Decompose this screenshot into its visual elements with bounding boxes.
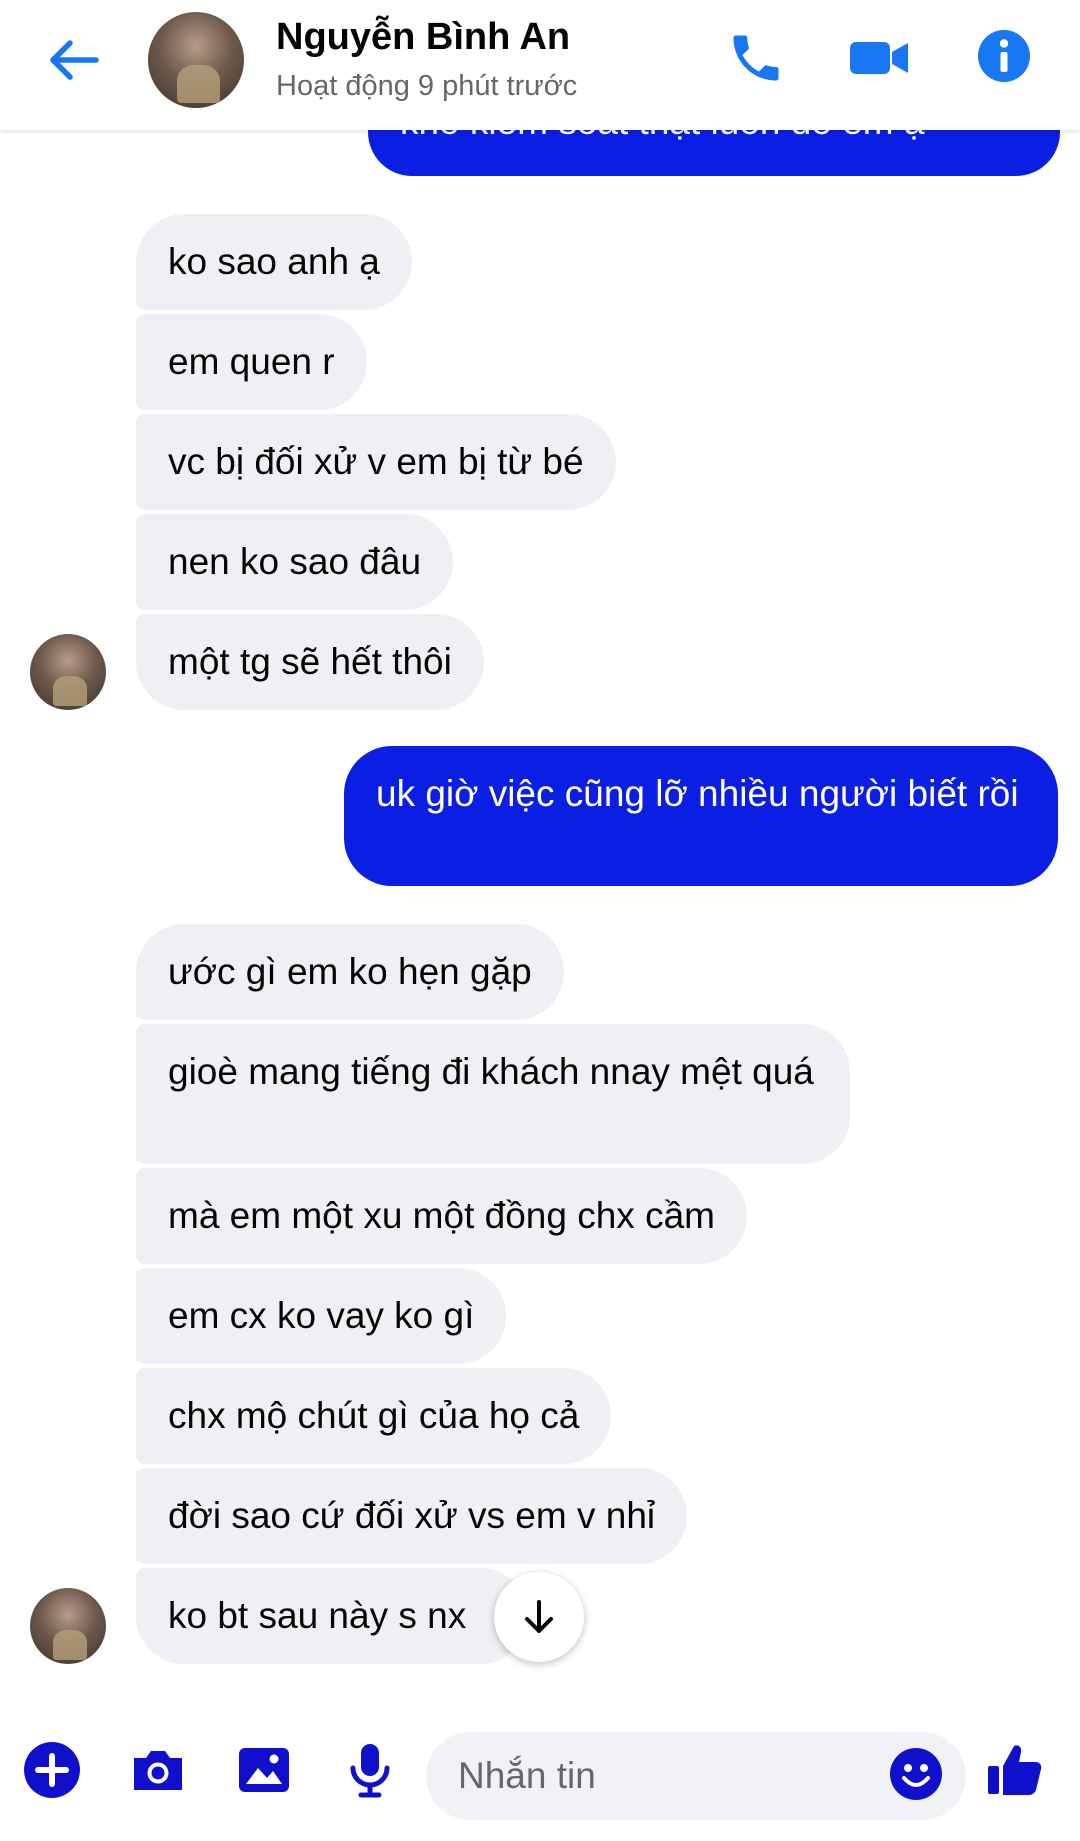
chat-header: Nguyễn Bình An Hoạt động 9 phút trước (0, 0, 1080, 130)
incoming-message[interactable]: một tg sẽ hết thôi (136, 614, 484, 710)
incoming-message[interactable]: ước gì em ko hẹn gặp (136, 924, 564, 1020)
camera-button[interactable] (128, 1740, 192, 1804)
arrow-left-icon (50, 40, 99, 80)
incoming-message[interactable]: ko bt sau này s nx (136, 1568, 528, 1664)
incoming-message[interactable]: mà em một xu một đồng chx cầm (136, 1168, 747, 1264)
incoming-message[interactable]: vc bị đối xử v em bị từ bé (136, 414, 616, 510)
voice-message-button[interactable] (340, 1740, 404, 1804)
microphone-icon (350, 1744, 390, 1798)
incoming-message[interactable]: chx mộ chút gì của họ cả (136, 1368, 612, 1464)
video-call-button[interactable] (848, 28, 908, 88)
thumbs-up-icon (988, 1745, 1042, 1795)
arrow-down-icon (525, 1600, 553, 1633)
contact-status: Hoạt động 9 phút trước (276, 70, 578, 102)
gallery-button[interactable] (234, 1740, 298, 1804)
phone-icon (733, 35, 779, 81)
outgoing-message[interactable]: uk giờ việc cũng lỡ nhiều người biết rồi (344, 746, 1058, 886)
emoji-icon (890, 1748, 942, 1800)
incoming-message[interactable]: nen ko sao đâu (136, 514, 454, 610)
incoming-message[interactable]: gioè mang tiếng đi khách nnay mệt quá (136, 1024, 850, 1164)
emoji-button[interactable] (888, 1746, 948, 1806)
composer-bar (0, 1710, 1080, 1841)
incoming-message[interactable]: đời sao cứ đối xử vs em v nhỉ (136, 1468, 688, 1564)
video-camera-icon (850, 42, 908, 74)
back-button[interactable] (44, 30, 104, 90)
contact-avatar-small[interactable] (30, 634, 106, 710)
call-button[interactable] (726, 28, 786, 88)
info-icon (978, 30, 1030, 82)
contact-name[interactable]: Nguyễn Bình An (276, 16, 570, 59)
like-button[interactable] (984, 1740, 1048, 1804)
more-actions-button[interactable] (22, 1740, 86, 1804)
incoming-message[interactable]: em quen r (136, 314, 367, 410)
contact-avatar[interactable] (148, 12, 244, 108)
image-icon (239, 1748, 289, 1792)
info-button[interactable] (976, 28, 1036, 88)
contact-avatar-small[interactable] (30, 1588, 106, 1664)
incoming-message[interactable]: em cx ko vay ko gì (136, 1268, 507, 1364)
plus-icon (24, 1742, 80, 1798)
scroll-to-bottom-button[interactable] (494, 1572, 584, 1662)
message-input[interactable] (426, 1732, 966, 1820)
incoming-message[interactable]: ko sao anh ạ (136, 214, 412, 310)
camera-icon (134, 1751, 182, 1790)
